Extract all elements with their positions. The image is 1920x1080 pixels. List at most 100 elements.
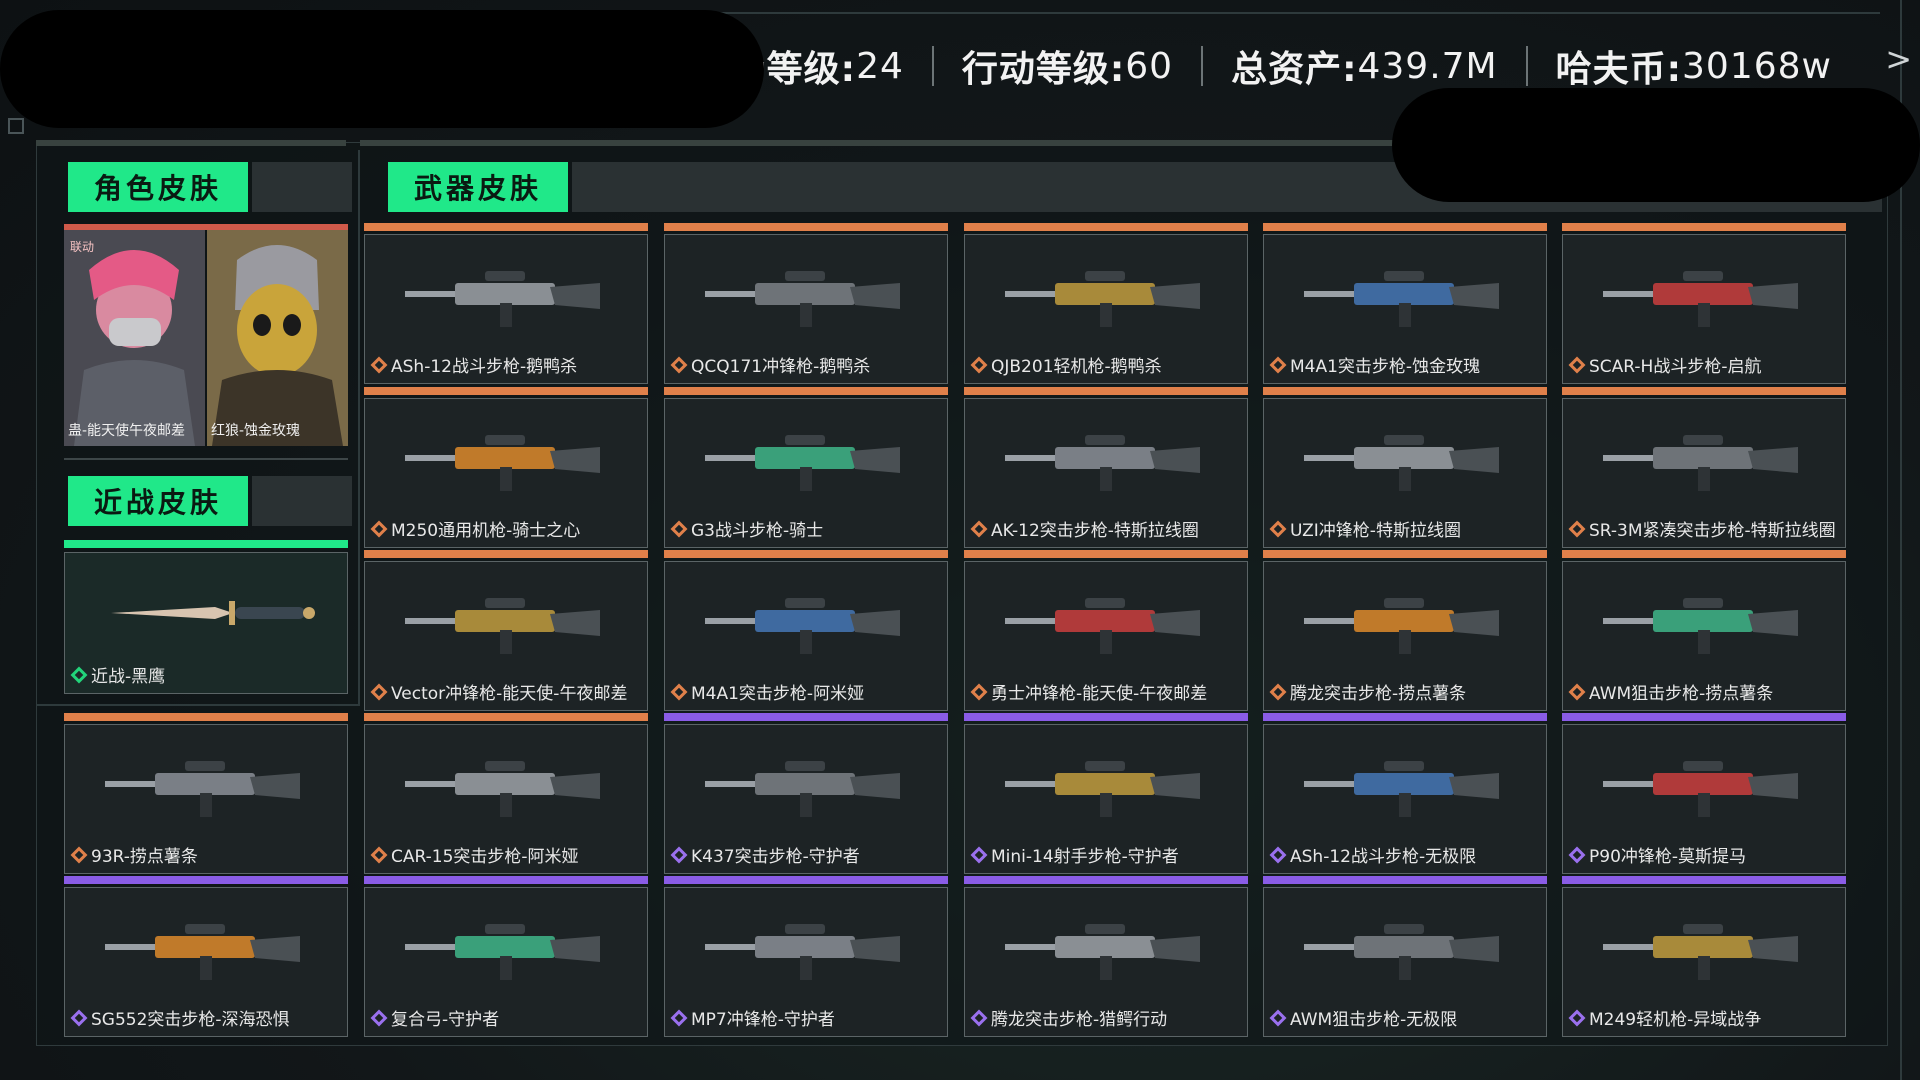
weapon-skin-card[interactable]: ASh-12战斗步枪-无极限 <box>1263 713 1547 874</box>
rarity-bar <box>1562 223 1846 231</box>
character-skin-name: 蛊-能天使午夜邮差 <box>68 423 186 439</box>
tab-underline <box>36 140 346 146</box>
weapon-skin-card[interactable]: M4A1突击步枪-蚀金玫瑰 <box>1263 223 1547 384</box>
weapon-skin-card[interactable]: AK-12突击步枪-特斯拉线圈 <box>964 387 1248 548</box>
weapon-image <box>405 435 600 491</box>
weapon-skin-card[interactable]: 腾龙突击步枪-捞点薯条 <box>1263 550 1547 711</box>
weapon-skin-card[interactable]: ASh-12战斗步枪-鹅鸭杀 <box>364 223 648 384</box>
rarity-diamond-icon <box>670 1009 688 1026</box>
stat-value: 60 <box>1125 45 1174 87</box>
weapon-skin-label: P90冲锋枪-莫斯提马 <box>1568 842 1746 867</box>
rarity-diamond-icon <box>1568 356 1586 373</box>
weapon-skin-card[interactable]: G3战斗步枪-骑士 <box>664 387 948 548</box>
rarity-bar <box>1562 387 1846 395</box>
weapon-skin-card[interactable]: UZI冲锋枪-特斯拉线圈 <box>1263 387 1547 548</box>
stat-havoc-coins: 哈夫币: 30168w <box>1528 40 1860 92</box>
collab-tag: 联动 <box>70 240 95 254</box>
weapon-skin-label: M250通用机枪-骑士之心 <box>370 516 581 541</box>
weapon-skin-card[interactable]: CAR-15突击步枪-阿米娅 <box>364 713 648 874</box>
character-skin-card[interactable]: 红狼-蚀金玫瑰 <box>207 230 348 446</box>
weapon-skin-card[interactable]: M249轻机枪-异域战争 <box>1562 876 1846 1037</box>
rarity-diamond-icon <box>1568 846 1586 863</box>
weapon-skin-label: UZI冲锋枪-特斯拉线圈 <box>1269 516 1461 541</box>
weapon-skin-name: M4A1突击步枪-阿米娅 <box>691 684 865 704</box>
rarity-bar <box>364 876 648 884</box>
column-divider <box>358 150 360 706</box>
weapon-skin-card[interactable]: Vector冲锋枪-能天使-午夜邮差 <box>364 550 648 711</box>
rarity-diamond-icon <box>1568 1009 1586 1026</box>
tab-underline <box>360 140 1400 146</box>
weapon-skin-name: Mini-14射手步枪-守护者 <box>991 847 1179 867</box>
weapon-skin-card[interactable]: M4A1突击步枪-阿米娅 <box>664 550 948 711</box>
weapon-skin-card[interactable]: QJB201轻机枪-鹅鸭杀 <box>964 223 1248 384</box>
rarity-diamond-icon <box>370 683 388 700</box>
weapon-skin-label: 勇士冲锋枪-能天使-午夜邮差 <box>970 679 1208 704</box>
weapon-skin-name: QCQ171冲锋枪-鹅鸭杀 <box>691 357 871 377</box>
rarity-diamond-icon <box>970 520 988 537</box>
stat-operation-level: 行动等级: 60 <box>934 40 1201 92</box>
chevron-right-icon[interactable]: > <box>1885 40 1912 78</box>
rarity-diamond-icon <box>1568 520 1586 537</box>
weapon-image <box>1603 435 1798 491</box>
character-skin-card[interactable]: 联动 蛊-能天使午夜邮差 <box>64 230 205 446</box>
stat-label: 总资产: <box>1231 49 1358 90</box>
weapon-skin-card[interactable]: SCAR-H战斗步枪-启航 <box>1562 223 1846 384</box>
rarity-bar <box>664 713 948 721</box>
weapon-skin-label: K437突击步枪-守护者 <box>670 842 860 867</box>
rarity-bar <box>964 550 1248 558</box>
weapon-skin-label: 腾龙突击步枪-猎鳄行动 <box>970 1005 1167 1030</box>
rarity-diamond-icon <box>1269 356 1287 373</box>
weapon-skin-card[interactable]: AWM狙击步枪-无极限 <box>1263 876 1547 1037</box>
weapon-skin-label: SR-3M紧凑突击步枪-特斯拉线圈 <box>1568 516 1836 541</box>
character-portrait-1 <box>64 230 205 446</box>
weapon-skin-card[interactable]: MP7冲锋枪-守护者 <box>664 876 948 1037</box>
section-divider <box>64 458 348 460</box>
weapon-skin-card[interactable]: 93R-捞点薯条 <box>64 713 348 874</box>
weapon-skin-name: ASh-12战斗步枪-无极限 <box>1290 847 1477 867</box>
rarity-bar <box>664 223 948 231</box>
weapon-skin-label: Vector冲锋枪-能天使-午夜邮差 <box>370 679 628 704</box>
weapon-skin-label: CAR-15突击步枪-阿米娅 <box>370 842 579 867</box>
rarity-bar <box>964 713 1248 721</box>
weapon-skin-label: ASh-12战斗步枪-鹅鸭杀 <box>370 352 577 377</box>
weapon-skin-label: QJB201轻机枪-鹅鸭杀 <box>970 352 1162 377</box>
weapon-skin-card[interactable]: QCQ171冲锋枪-鹅鸭杀 <box>664 223 948 384</box>
redacted-area <box>0 10 764 128</box>
weapon-skin-card[interactable]: 复合弓-守护者 <box>364 876 648 1037</box>
weapon-skin-label: AK-12突击步枪-特斯拉线圈 <box>970 516 1199 541</box>
weapon-skin-card[interactable]: SG552突击步枪-深海恐惧 <box>64 876 348 1037</box>
weapon-skin-card[interactable]: M250通用机枪-骑士之心 <box>364 387 648 548</box>
weapon-skin-name: UZI冲锋枪-特斯拉线圈 <box>1290 521 1461 541</box>
weapon-skin-name: 93R-捞点薯条 <box>91 847 198 867</box>
weapon-skin-name: Vector冲锋枪-能天使-午夜邮差 <box>391 684 628 704</box>
weapon-skin-card[interactable]: Mini-14射手步枪-守护者 <box>964 713 1248 874</box>
weapon-skin-name: M250通用机枪-骑士之心 <box>391 521 581 541</box>
weapon-image <box>1304 761 1499 817</box>
weapon-skin-card[interactable]: 勇士冲锋枪-能天使-午夜邮差 <box>964 550 1248 711</box>
melee-skin-label: 近战-黑鹰 <box>70 662 165 687</box>
weapon-image <box>1603 598 1798 654</box>
weapon-image <box>1603 271 1798 327</box>
melee-skin-card[interactable]: 近战-黑鹰 <box>64 552 348 694</box>
section-strip <box>252 476 352 526</box>
rarity-bar <box>1263 876 1547 884</box>
weapon-skin-label: M4A1突击步枪-阿米娅 <box>670 679 865 704</box>
weapon-skin-label: AWM狙击步枪-无极限 <box>1269 1005 1457 1030</box>
weapon-skin-name: 勇士冲锋枪-能天使-午夜邮差 <box>991 684 1208 704</box>
header-stats: 战场等级: 24 行动等级: 60 总资产: 439.7M 哈夫币: 30168… <box>665 40 1860 92</box>
rarity-bar <box>364 387 648 395</box>
weapon-skin-name: SCAR-H战斗步枪-启航 <box>1589 357 1762 377</box>
rarity-bar <box>364 550 648 558</box>
weapon-skin-card[interactable]: 腾龙突击步枪-猎鳄行动 <box>964 876 1248 1037</box>
weapon-image <box>105 761 300 817</box>
weapon-skin-card[interactable]: K437突击步枪-守护者 <box>664 713 948 874</box>
weapon-skin-card[interactable]: SR-3M紧凑突击步枪-特斯拉线圈 <box>1562 387 1846 548</box>
weapon-image <box>705 598 900 654</box>
rarity-diamond-icon <box>370 846 388 863</box>
weapon-skin-name: CAR-15突击步枪-阿米娅 <box>391 847 579 867</box>
weapon-skin-card[interactable]: AWM狙击步枪-捞点薯条 <box>1562 550 1846 711</box>
weapon-skin-name: MP7冲锋枪-守护者 <box>691 1010 835 1030</box>
rarity-diamond-icon <box>970 356 988 373</box>
weapon-skin-card[interactable]: P90冲锋枪-莫斯提马 <box>1562 713 1846 874</box>
rarity-diamond-icon <box>970 846 988 863</box>
